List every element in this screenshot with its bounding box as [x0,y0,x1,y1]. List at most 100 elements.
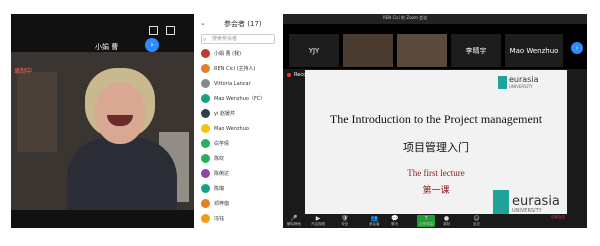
next-page-button[interactable]: › [571,42,583,54]
logo-mark-icon [493,190,509,214]
recording-status: 录制中 [14,68,33,75]
avatar [201,169,210,178]
participant-row[interactable]: Mao Wenzhuo [201,123,249,134]
toolbar-item[interactable]: ☺ 反应 [473,215,480,227]
slide-title: The Introduction to the Project manageme… [329,112,543,126]
logo-word: eurasia [512,194,560,209]
participant-name: 冯钰 [214,216,225,222]
phone-bottom-bar [11,210,194,228]
toolbar-item[interactable]: ▶ 开启视频 [311,215,325,227]
participant-search-input[interactable]: ⌕ 搜索参会者 [201,34,275,44]
participant-name: Mao Wenzhuo（FC） [214,96,266,102]
avatar [201,124,210,133]
slide-subtitle: 项目管理入门 [403,141,469,154]
video-strip: YJY 李晴宇 Mao Wenzhuo › [283,24,587,69]
next-page-button[interactable]: › [145,38,159,52]
toolbar-item[interactable]: ↑ 共享屏幕 [417,215,435,227]
speaker-face [95,82,145,144]
slide-lecture: The first lecture [407,168,465,178]
video-tile[interactable]: YJY [289,34,339,67]
toolbar-item[interactable]: 🛡 安全 [341,215,349,227]
toolbar-icon: ☺ [473,215,480,222]
grid-icon[interactable] [149,26,158,35]
toolbar-label: 安全 [341,222,349,226]
speaker-name: 小娟 曹 [95,43,119,51]
toolbar-icon: ● [443,215,450,222]
participant-row[interactable]: 陈欢 [201,153,224,164]
avatar [201,199,210,208]
participant-name: Vittoria Lancar [214,80,251,87]
participant-row[interactable]: 陈瑞 [201,183,224,194]
avatar [201,214,210,223]
participant-name: 邓梓伽 [214,201,230,207]
avatar [201,94,210,103]
university-logo-large: eurasia UNIVERSITY [493,190,560,214]
toolbar-item[interactable]: 💬 聊天 [391,215,398,227]
meeting-toolbar: 🎤 解除静音 ▶ 开启视频 🛡 安全 👥 参会者 💬 聊天 ↑ 共享屏幕 ● 录制 ☺ 反应 结束会议 [283,214,587,228]
participants-title: 参会者 (17) [224,20,262,28]
avatar [201,184,210,193]
toolbar-label: 解除静音 [287,222,301,226]
toolbar-item[interactable]: 结束会议 [551,215,565,220]
zoom-window: REN Cici 的 Zoom 会议 YJY 李晴宇 Mao Wenzhuo ›… [283,14,587,228]
background-shelf [17,72,57,152]
participant-row[interactable]: 白芋倩 [201,138,229,149]
participant-name: 陈俐达 [214,171,230,177]
tile-name: YJY [308,46,320,55]
participant-name: 小娟 曹 (我) [214,51,242,57]
fullscreen-icon[interactable] [166,26,175,35]
participant-name: 陈瑞 [214,186,225,192]
participant-name: REN Cici (主持人) [214,66,256,72]
logo-mark-icon [498,75,507,89]
toolbar-label: 结束会议 [551,215,565,219]
avatar [201,109,210,118]
phone-video-panel: 小娟 曹 › 录制中 [11,14,194,228]
phone-top-icons [149,26,175,35]
participant-row[interactable]: 冯钰 [201,213,224,224]
participant-row[interactable]: 邓梓伽 [201,198,229,209]
toolbar-label: 反应 [473,222,480,226]
logo-word: eurasia [509,75,539,84]
toolbar-icon: 🛡 [341,215,349,222]
participants-header: ⌄ 参会者 (17) [197,14,281,36]
avatar [201,49,210,58]
tile-name: Mao Wenzhuo [509,46,559,55]
toolbar-item[interactable]: 👥 参会者 [369,215,380,227]
tile-name: 李晴宇 [465,46,487,55]
participant-row[interactable]: REN Cici (主持人) [201,63,255,74]
participant-name: yi 赵媛芹 [214,111,235,117]
participant-row[interactable]: 小娟 曹 (我) [201,48,241,59]
video-tile[interactable]: Mao Wenzhuo [505,34,563,67]
avatar [201,79,210,88]
participant-name: Mao Wenzhuo [214,125,249,132]
record-dot-icon [287,73,291,77]
video-tile[interactable] [343,34,393,67]
toolbar-label: 开启视频 [311,222,325,226]
toolbar-icon: ▶ [315,215,321,222]
avatar [201,139,210,148]
participant-row[interactable]: 陈俐达 [201,168,229,179]
toolbar-icon: ↑ [423,215,429,222]
video-tile[interactable] [397,34,447,67]
toolbar-label: 参会者 [369,222,380,226]
shared-slide: eurasia UNIVERSITY The Introduction to t… [305,70,567,217]
participant-row[interactable]: Mao Wenzhuo（FC） [201,93,265,104]
logo-sub: UNIVERSITY [509,84,533,89]
toolbar-label: 聊天 [391,222,399,226]
toolbar-item[interactable]: 🎤 解除静音 [287,215,301,227]
university-logo: eurasia UNIVERSITY [498,75,538,89]
search-icon: ⌕ [203,36,207,43]
toolbar-icon: 🎤 [290,215,298,222]
avatar [201,64,210,73]
video-tile[interactable]: 李晴宇 [451,34,501,67]
toolbar-item[interactable]: ● 录制 [443,215,450,227]
participant-row[interactable]: yi 赵媛芹 [201,108,235,119]
window-title-bar: REN Cici 的 Zoom 会议 [283,14,587,24]
avatar [201,154,210,163]
participant-name: 白芋倩 [214,141,230,147]
toolbar-icon: 💬 [391,215,399,222]
participants-panel: ⌄ 参会者 (17) ⌕ 搜索参会者 小娟 曹 (我) REN Cici (主持人… [197,14,281,228]
search-placeholder: 搜索参会者 [212,36,238,42]
collapse-icon[interactable]: ⌄ [200,19,206,27]
participant-row[interactable]: Vittoria Lancar [201,78,251,89]
